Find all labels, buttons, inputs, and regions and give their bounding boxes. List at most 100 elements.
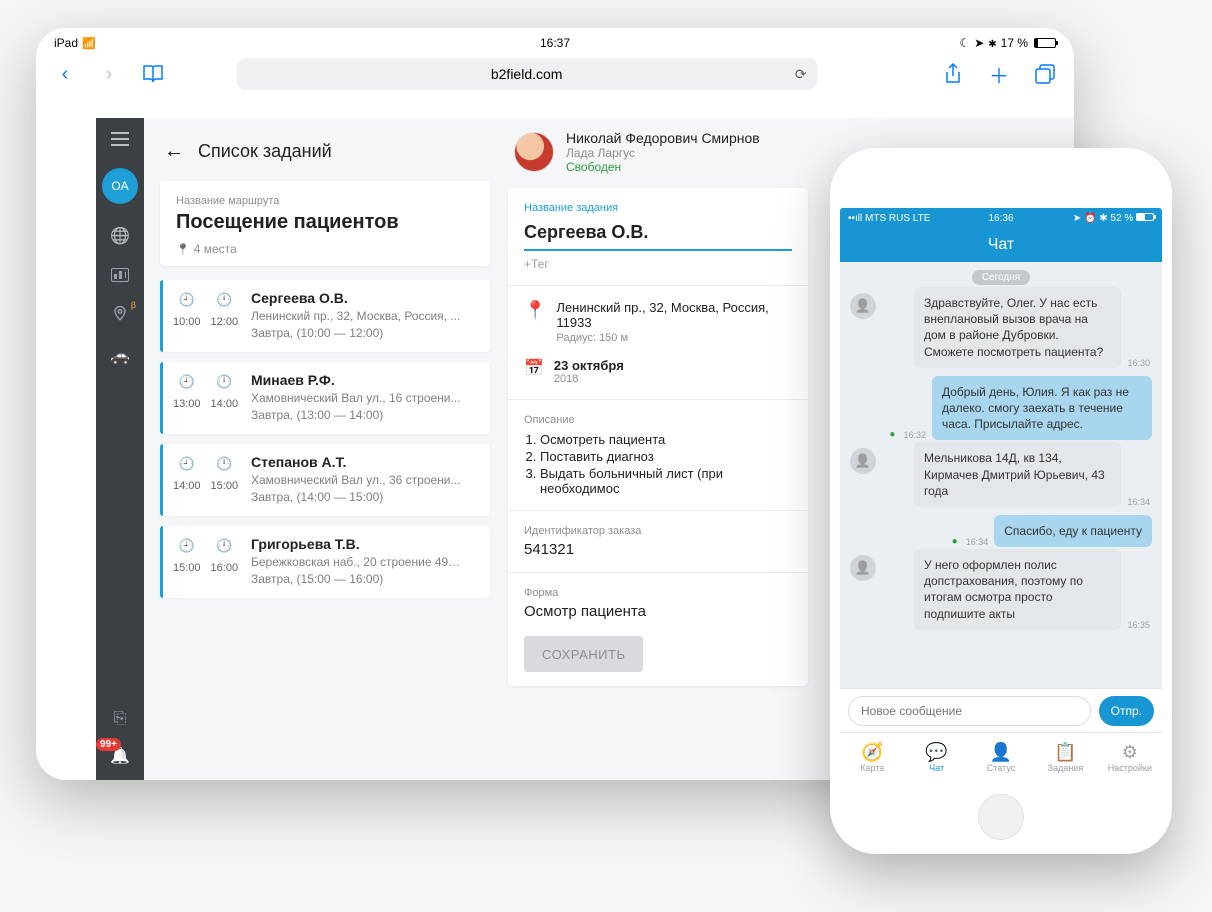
user-avatar[interactable]: OA — [102, 168, 138, 204]
reports-icon[interactable] — [111, 268, 129, 282]
task-address: Ленинский пр., 32, Москва, Россия, 11933 — [556, 300, 792, 330]
assignee-block[interactable]: Николай Федорович Смирнов Лада Ларгус Св… — [514, 130, 808, 174]
visit-address: Хамовнический Вал ул., 36 строени... — [251, 473, 461, 487]
battery-icon — [1034, 38, 1056, 48]
assignee-status: Свободен — [566, 160, 760, 174]
tasks-icon[interactable]: β — [110, 304, 130, 324]
tabs-button[interactable] — [1032, 60, 1058, 89]
msg-time: 16:32 — [903, 430, 926, 440]
visit-when: Завтра, (15:00 — 16:00) — [251, 572, 461, 586]
time-from: 14:00 — [173, 480, 201, 492]
order-id: 541321 — [524, 541, 792, 558]
tab-чат[interactable]: 💬Чат — [904, 733, 968, 782]
message-bubble: Спасибо, еду к пациенту — [994, 515, 1152, 547]
visit-card[interactable]: 🕘15:00 🕛16:00 Григорьева Т.В. Бережковск… — [160, 526, 490, 598]
tab-label: Настройки — [1108, 763, 1152, 773]
visit-name: Степанов А.Т. — [251, 454, 461, 470]
bluetooth-icon: ✱ — [1099, 213, 1107, 224]
share-button[interactable] — [940, 60, 966, 89]
app-sidebar: OA β 99+ — [96, 118, 144, 780]
tab-label: Статус — [987, 763, 1015, 773]
home-button[interactable] — [978, 794, 1024, 840]
visit-name: Сергеева О.В. — [251, 290, 460, 306]
task-card: Название задания +Тег 📍 Ленинский пр., 3… — [508, 188, 808, 686]
order-id-label: Идентификатор заказа — [524, 525, 792, 537]
form-value[interactable]: Осмотр пациента — [524, 603, 792, 620]
clock-icon: 🕛 — [211, 538, 239, 554]
tab-настройки[interactable]: ⚙Настройки — [1098, 733, 1162, 782]
desc-item: Осмотреть пациента — [540, 432, 792, 447]
notifications-badge: 99+ — [96, 738, 121, 751]
location-icon — [974, 36, 984, 50]
send-button[interactable]: Отпр. — [1099, 696, 1154, 726]
carrier: MTS RUS LTE — [865, 213, 930, 224]
divider — [508, 399, 808, 400]
avatar-icon — [850, 448, 876, 474]
time-to: 16:00 — [211, 562, 239, 574]
tasks-list-column: ← Список заданий Название маршрута Посещ… — [160, 130, 490, 780]
route-label: Название маршрута — [176, 195, 474, 207]
tab-label: Задания — [1048, 763, 1084, 773]
desc-label: Описание — [524, 414, 792, 426]
bookmarks-button[interactable] — [140, 64, 166, 84]
msg-time: 16:35 — [1127, 620, 1150, 630]
battery-icon — [1136, 213, 1154, 221]
tablet-status-bar: iPad 16:37 17 % — [36, 28, 1074, 52]
visit-card[interactable]: 🕘 10:00 🕛 12:00 Сергеева О.В. Ленинский пр… — [160, 280, 490, 352]
task-description: Осмотреть пациентаПоставить диагнозВыдат… — [524, 432, 792, 496]
phone-status-bar: ••ıll MTS RUS LTE 16:36 ➤ ⏰ ✱ 52 % — [840, 208, 1162, 228]
globe-icon[interactable] — [110, 226, 130, 246]
time-to: 12:00 — [211, 316, 239, 328]
incoming-message: Мельникова 14Д, кв 134, Кирмачев Дмитрий… — [850, 448, 1152, 507]
tab-label: Чат — [929, 763, 944, 773]
sent-check-icon: ● — [952, 536, 958, 547]
message-bubble: У него оформлен полис допстрахования, по… — [914, 549, 1121, 630]
clock-icon: 🕛 — [211, 292, 239, 308]
task-name-input[interactable] — [524, 218, 792, 251]
back-button[interactable]: ‹ — [52, 63, 78, 86]
notifications-icon[interactable]: 99+ — [110, 746, 130, 766]
add-tag[interactable]: +Тег — [524, 257, 792, 271]
fleet-icon[interactable] — [110, 346, 130, 366]
avatar-icon — [850, 293, 876, 319]
task-location[interactable]: 📍 Ленинский пр., 32, Москва, Россия, 119… — [524, 300, 792, 344]
visit-address: Бережковская наб., 20 строение 49, ... — [251, 555, 461, 569]
divider — [508, 285, 808, 286]
visit-card[interactable]: 🕘 14:00 🕛 15:00 Степанов А.Т. Хамовнически… — [160, 444, 490, 516]
visit-name: Минаев Р.Ф. — [251, 372, 461, 388]
chat-thread[interactable]: Сегодня Здравствуйте, Олег. У нас есть в… — [840, 262, 1162, 688]
new-tab-button[interactable]: ＋ — [986, 60, 1012, 89]
alarm-icon: ⏰ — [1084, 213, 1096, 224]
phone-tabbar: 🧭Карта💬Чат👤Статус📋Задания⚙Настройки — [840, 732, 1162, 782]
time-to: 15:00 — [211, 480, 239, 492]
tab-карта[interactable]: 🧭Карта — [840, 733, 904, 782]
message-input[interactable] — [848, 696, 1091, 726]
logout-icon[interactable] — [114, 710, 127, 728]
visit-address: Ленинский пр., 32, Москва, Россия, ... — [251, 309, 460, 323]
back-arrow-icon[interactable]: ← — [164, 140, 184, 163]
task-detail-column: Николай Федорович Смирнов Лада Ларгус Св… — [508, 130, 808, 780]
visit-address: Хамовнический Вал ул., 16 строени... — [251, 391, 461, 405]
url-bar[interactable]: b2field.com ⟳ — [237, 58, 817, 90]
tab-label: Карта — [860, 763, 884, 773]
pin-icon — [176, 242, 190, 256]
clock-icon: 🕘 — [173, 292, 201, 308]
time-from: 10:00 — [173, 316, 201, 328]
tab-статус[interactable]: 👤Статус — [969, 733, 1033, 782]
menu-icon[interactable] — [111, 132, 129, 146]
route-card: Название маршрута Посещение пациентов 4 … — [160, 181, 490, 266]
visit-when: Завтра, (13:00 — 14:00) — [251, 408, 461, 422]
list-title: Список заданий — [198, 141, 332, 162]
task-date[interactable]: 📅 23 октября 2018 — [524, 358, 792, 385]
time-from: 13:00 — [173, 398, 201, 410]
clock-icon: 🕛 — [211, 456, 239, 472]
tab-задания[interactable]: 📋Задания — [1033, 733, 1097, 782]
visit-card[interactable]: 🕘13:00 🕛14:00 Минаев Р.Ф. Хамовнический … — [160, 362, 490, 434]
clock-icon: 🕘 — [173, 456, 201, 472]
save-button[interactable]: СОХРАНИТЬ — [524, 636, 643, 672]
reload-icon[interactable]: ⟳ — [795, 66, 807, 83]
phone-frame: ••ıll MTS RUS LTE 16:36 ➤ ⏰ ✱ 52 % Чат С… — [830, 148, 1172, 854]
forward-button[interactable]: › — [96, 63, 122, 86]
location-pin-icon: 📍 — [524, 300, 546, 344]
battery-pct: 52 % — [1110, 213, 1133, 224]
